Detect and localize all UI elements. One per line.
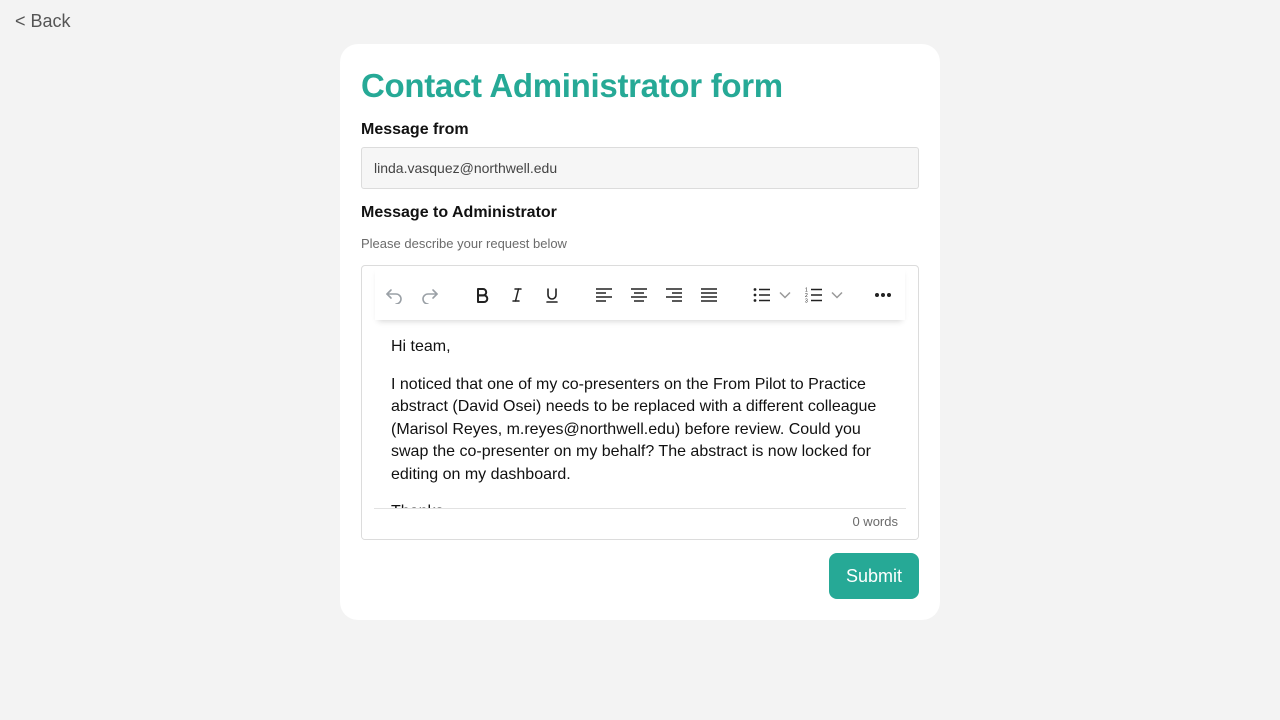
svg-text:3: 3 <box>805 299 808 304</box>
back-link[interactable]: < Back <box>15 11 71 32</box>
numbered-list-icon[interactable]: 123 <box>803 284 825 306</box>
editor-paragraph: I noticed that one of my co-presenters o… <box>391 375 877 483</box>
italic-icon[interactable] <box>506 284 528 306</box>
redo-icon[interactable] <box>419 284 441 306</box>
bullet-list-icon[interactable] <box>751 284 773 306</box>
message-from-field: linda.vasquez@northwell.edu <box>361 147 919 189</box>
align-center-icon[interactable] <box>628 284 650 306</box>
message-hint: Please describe your request below <box>361 236 567 251</box>
bold-icon[interactable] <box>471 284 493 306</box>
submit-button[interactable]: Submit <box>829 553 919 599</box>
page-title: Contact Administrator form <box>361 67 783 104</box>
editor-paragraph: Hi team, <box>391 338 451 355</box>
align-justify-icon[interactable] <box>698 284 720 306</box>
message-to-label: Message to Administrator <box>361 204 557 221</box>
numbered-list-dropdown-icon[interactable] <box>830 284 844 306</box>
word-count: 0 words <box>852 514 898 529</box>
editor-statusbar: 0 words <box>374 508 906 539</box>
message-from-value: linda.vasquez@northwell.edu <box>374 160 558 176</box>
contact-form-card: Contact Administrator form Message from … <box>340 44 940 620</box>
undo-icon[interactable] <box>383 284 405 306</box>
more-icon[interactable] <box>872 284 894 306</box>
underline-icon[interactable] <box>541 284 563 306</box>
align-left-icon[interactable] <box>593 284 615 306</box>
editor-toolbar: 123 <box>375 266 905 320</box>
align-right-icon[interactable] <box>663 284 685 306</box>
message-from-label: Message from <box>361 121 469 138</box>
message-editor[interactable]: 123 Hi team, I noticed that one of my co… <box>361 265 919 540</box>
bullet-list-dropdown-icon[interactable] <box>778 284 792 306</box>
